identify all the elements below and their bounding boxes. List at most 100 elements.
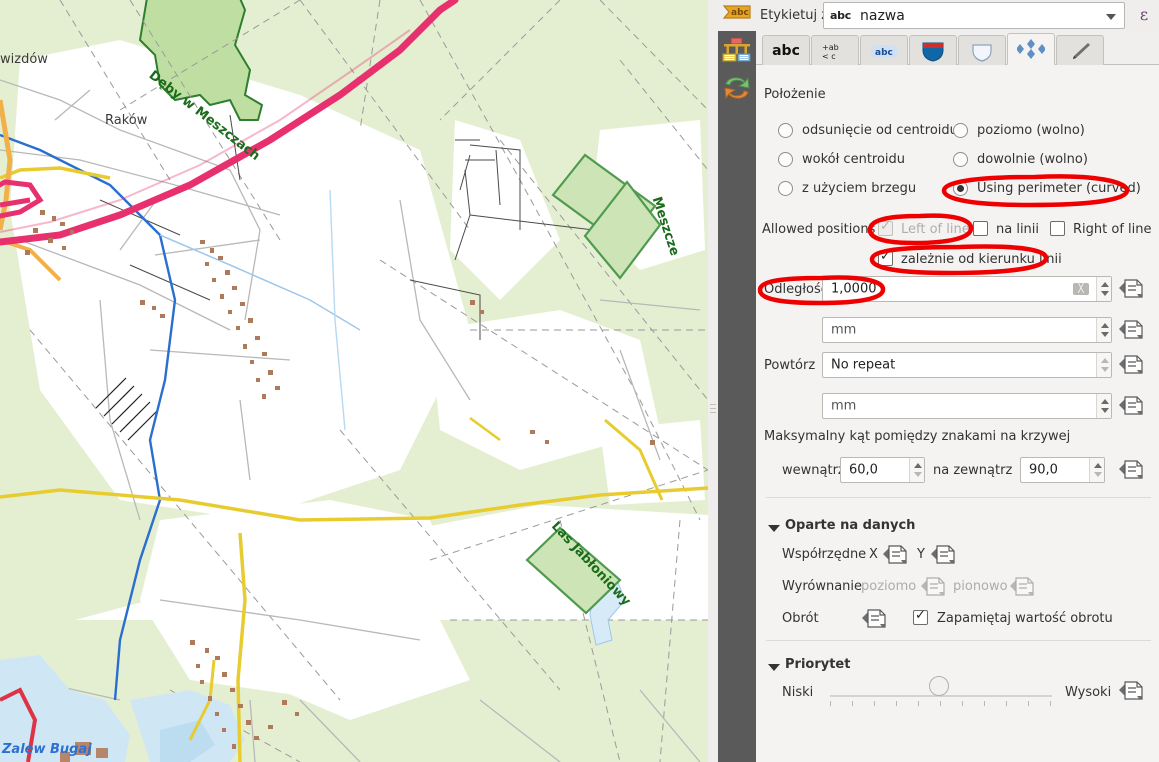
label-with-label: Etykietuj z	[760, 8, 829, 23]
placement-tab-content: Położenie odsunięcie od centroidu poziom…	[756, 65, 1159, 762]
tab-formatting[interactable]: +ab < c	[811, 35, 859, 65]
tab-rendering[interactable]	[1056, 35, 1104, 65]
labeling-properties-panel: Etykietuj z abc nazwa ε abc +ab < c abc …	[756, 0, 1159, 762]
radio-using-perimeter[interactable]	[778, 181, 793, 196]
checkbox-on-line-label: na linii	[996, 222, 1040, 237]
abc-field-icon: abc	[830, 9, 851, 22]
repeat-spinner[interactable]	[1096, 353, 1111, 377]
priority-collapse-arrow[interactable]	[768, 664, 780, 671]
alignment-horizontal-data-defined-button[interactable]	[920, 575, 946, 596]
repeat-unit-combobox[interactable]: mm	[822, 393, 1112, 419]
radio-horizontal-slow[interactable]	[953, 123, 968, 138]
checkbox-on-line[interactable]	[973, 221, 988, 236]
radio-using-perimeter-label: z użyciem brzegu	[802, 181, 917, 196]
data-defined-title: Oparte na danych	[785, 518, 916, 533]
tab-rendering-icon	[1057, 36, 1103, 65]
coordinate-label: Współrzędne	[782, 547, 867, 562]
repeat-label: Powtórz	[764, 358, 816, 373]
distance-spinner[interactable]	[1096, 277, 1111, 301]
inside-angle-spinner[interactable]	[909, 458, 924, 482]
priority-high-label: Wysoki	[1065, 685, 1112, 700]
expression-editor-button[interactable]: ε	[1133, 5, 1155, 27]
inside-angle-value: 60,0	[849, 462, 878, 478]
panel-splitter[interactable]	[708, 0, 718, 762]
priority-data-defined-button[interactable]	[1118, 679, 1144, 700]
coordinate-x-data-defined-button[interactable]	[882, 543, 908, 564]
radio-around-centroid[interactable]	[778, 152, 793, 167]
label-settings-icon[interactable]: abc	[720, 0, 754, 32]
distance-value: 1,0000	[831, 281, 877, 297]
radio-offset-from-centroid-label: odsunięcie od centroidu	[802, 123, 958, 138]
priority-low-label: Niski	[782, 685, 814, 700]
alignment-vertical-label: pionowo	[953, 579, 1008, 594]
divider-above-priority	[766, 640, 1151, 641]
rotation-label: Obrót	[782, 611, 819, 626]
max-angle-data-defined-button[interactable]	[1118, 458, 1144, 479]
distance-unit-value: mm	[831, 322, 857, 338]
qgis-layer-labeling-window: wizdów Raków Dęby w Meszczach Meszcze La…	[0, 0, 1159, 762]
rotation-data-defined-button[interactable]	[861, 607, 887, 628]
repeat-unit-spinner[interactable]	[1096, 394, 1111, 418]
data-defined-collapse-arrow[interactable]	[768, 525, 780, 532]
layer-styling-icon[interactable]	[720, 34, 754, 68]
repeat-data-defined-button[interactable]	[1118, 353, 1144, 374]
tab-text[interactable]: abc	[762, 35, 810, 65]
checkbox-line-orientation-dependent[interactable]	[878, 249, 893, 266]
labeling-tab-bar: abc +ab < c abc	[756, 31, 1159, 65]
distance-unit-data-defined-button[interactable]	[1118, 318, 1144, 339]
placement-section-title: Położenie	[764, 87, 826, 102]
tab-placement[interactable]	[1007, 33, 1055, 65]
tab-placement-icon	[1008, 34, 1054, 64]
undo-redo-icon[interactable]	[720, 70, 754, 104]
tab-shadow-icon	[959, 36, 1005, 65]
repeat-combobox[interactable]: No repeat	[822, 352, 1112, 378]
distance-unit-combobox[interactable]: mm	[822, 317, 1112, 343]
divider-above-data-defined	[766, 497, 1151, 498]
checkbox-right-of-line-label: Right of line	[1073, 222, 1152, 237]
repeat-unit-value: mm	[831, 398, 857, 414]
svg-text:< c: < c	[822, 52, 836, 61]
map-vector	[0, 0, 708, 762]
priority-slider-ticks	[830, 701, 1052, 707]
inside-angle-label: wewnątrz	[782, 463, 845, 478]
checkbox-left-of-line	[878, 219, 893, 236]
tab-shadow[interactable]	[958, 35, 1006, 65]
splitter-grip[interactable]	[710, 404, 716, 419]
tab-buffer[interactable]: abc	[860, 35, 908, 65]
checkbox-line-orientation-dependent-label: zależnie od kierunku linii	[901, 252, 1062, 267]
map-canvas[interactable]: wizdów Raków Dęby w Meszczach Meszcze La…	[0, 0, 708, 762]
coordinate-y-label: Y	[917, 547, 925, 562]
checkbox-preserve-rotation[interactable]	[913, 608, 928, 625]
coordinate-y-data-defined-button[interactable]	[930, 543, 956, 564]
label-field-combobox[interactable]: abc nazwa	[823, 2, 1125, 29]
tab-background-icon	[910, 36, 956, 65]
tab-buffer-icon: abc	[861, 36, 907, 65]
outside-angle-label: na zewnątrz	[933, 463, 1013, 478]
radio-using-perimeter-curved[interactable]	[953, 181, 968, 196]
radio-offset-from-centroid[interactable]	[778, 123, 793, 138]
outside-angle-spinner[interactable]	[1089, 458, 1104, 482]
checkbox-right-of-line[interactable]	[1050, 221, 1065, 236]
label-field-value: nazwa	[860, 8, 905, 24]
tab-text-icon: abc	[772, 42, 800, 59]
radio-free-slow[interactable]	[953, 152, 968, 167]
max-angle-title: Maksymalny kąt pomiędzy znakami na krzyw…	[764, 429, 1071, 444]
inside-angle-input[interactable]: 60,0	[840, 457, 925, 483]
clear-distance-icon[interactable]: ╳	[1073, 283, 1089, 295]
outside-angle-input[interactable]: 90,0	[1020, 457, 1105, 483]
outside-angle-value: 90,0	[1029, 462, 1058, 478]
checkbox-left-of-line-label: Left of line	[901, 222, 970, 237]
checkbox-preserve-rotation-label: Zapamiętaj wartość obrotu	[937, 611, 1113, 626]
chevron-down-icon[interactable]	[1106, 14, 1116, 20]
alignment-label: Wyrównanie	[782, 579, 863, 594]
vertical-toolbar: abc	[718, 0, 756, 762]
label-with-row: Etykietuj z abc nazwa ε	[756, 0, 1159, 31]
distance-unit-spinner[interactable]	[1096, 318, 1111, 342]
priority-slider-handle[interactable]	[929, 676, 949, 696]
distance-input[interactable]: 1,0000 ╳	[822, 276, 1112, 302]
tab-background[interactable]	[909, 35, 957, 65]
alignment-vertical-data-defined-button[interactable]	[1009, 575, 1035, 596]
distance-data-defined-button[interactable]	[1118, 277, 1144, 298]
radio-around-centroid-label: wokół centroidu	[802, 152, 906, 167]
repeat-unit-data-defined-button[interactable]	[1118, 394, 1144, 415]
